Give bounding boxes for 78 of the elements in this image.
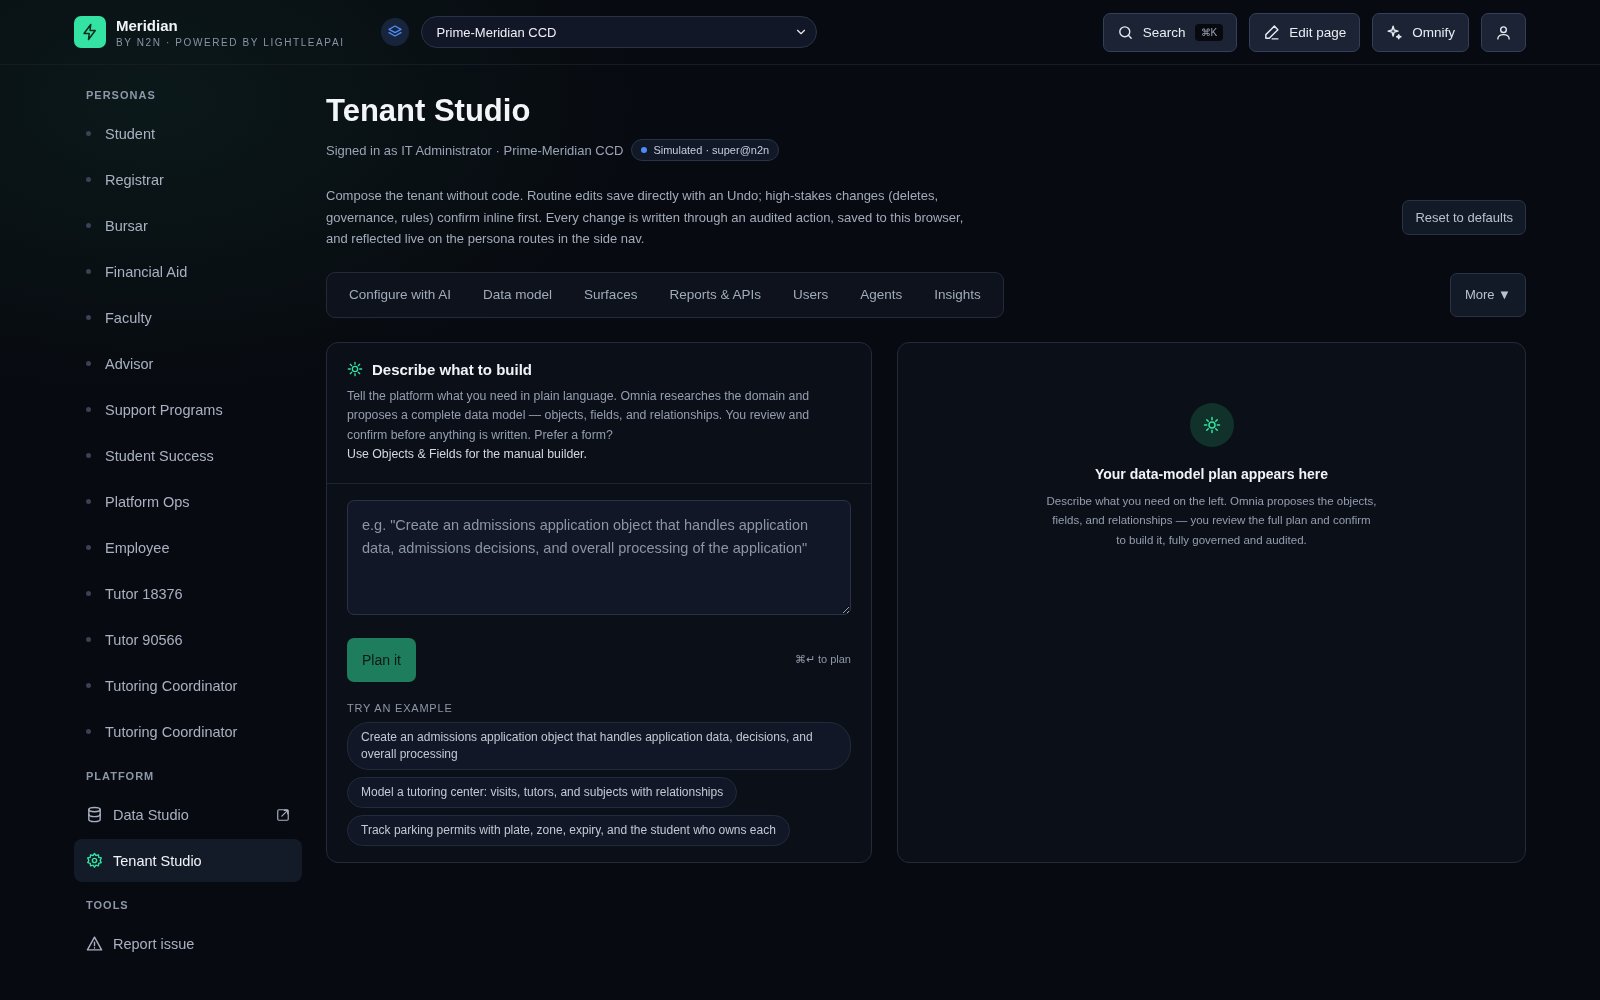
tenant-select[interactable]: Prime-Meridian CCD [420, 16, 817, 48]
sidebar-item[interactable]: Student Success [74, 434, 302, 477]
sidebar-item[interactable]: Support Programs [74, 388, 302, 431]
sidebar-item[interactable]: Faculty [74, 296, 302, 339]
card-description: Tell the platform what you need in plain language. Omnia researches the domain and proposes a complete data model — objects, fields, and relationships. You review and confirm before anything is written. Prefer a form? Use Objects & Fields for the manual builder. [347, 387, 811, 463]
example-chip[interactable]: Model a tutoring center: visits, tutors, and subjects with relationships [347, 776, 738, 808]
sidebar-item[interactable]: Report issue [74, 922, 302, 965]
settings-icon [86, 852, 103, 869]
tab[interactable]: Configure with AI [333, 279, 468, 310]
tab[interactable]: Reports & APIs [653, 279, 777, 310]
intro-paragraph: Compose the tenant without code. Routine edits save directly with an Undo; high-stakes changes (deletes, governance, rules) confirm inline first. Every change is written through an audited action, saved to this browser, and reflected live on the persona routes in the side nav. [326, 187, 965, 248]
sidebar-item[interactable]: Tutoring Coordinator [74, 710, 302, 753]
plan-button[interactable]: Plan it [347, 637, 416, 682]
sidebar-item[interactable]: Advisor [74, 342, 302, 385]
tab[interactable]: Users [776, 279, 845, 310]
sidebar-item[interactable]: Tutoring Coordinator [74, 664, 302, 707]
sidebar-item[interactable]: Bursar [74, 204, 302, 247]
tab[interactable]: Insights [918, 279, 997, 310]
reset-button[interactable]: Reset to defaults [1402, 199, 1526, 235]
sidebar-item[interactable]: Tutor 18376 [74, 572, 302, 615]
section-heading: TOOLS [85, 899, 130, 911]
page-title: Tenant Studio [326, 93, 532, 129]
omnify-button[interactable]: Omnify [1372, 12, 1469, 52]
sidebar-item[interactable]: Employee [74, 526, 302, 569]
tab[interactable]: Agents [844, 279, 919, 310]
layers-icon [380, 18, 409, 46]
bullet-icon [86, 223, 91, 228]
prompt-field[interactable]: e.g. "Create an admissions application object that handles application data, admissions decisions, and overall processing of the application" [347, 499, 851, 615]
shortcut-key: ⌘K [1194, 23, 1224, 41]
search-icon [1116, 23, 1134, 41]
tab[interactable]: Surfaces [568, 279, 654, 310]
bullet-icon [86, 637, 91, 642]
status-dot [641, 147, 648, 153]
brand-tagline: BY N2N · POWERED BY LIGHTLEAPAI [116, 36, 345, 48]
example-chip[interactable]: Create an admissions application object that handles application data, decisions, and overall processing [347, 721, 851, 770]
warning-icon [86, 935, 103, 952]
bullet-icon [86, 499, 91, 504]
bullet-icon [86, 407, 91, 412]
bullet-icon [86, 361, 91, 366]
logo-icon [74, 16, 106, 48]
sidebar-item[interactable]: Registrar [74, 158, 302, 201]
sidebar-item[interactable]: Tenant Studio [74, 839, 302, 882]
bullet-icon [86, 177, 91, 182]
pencil-icon [1263, 23, 1281, 41]
sidebar-item[interactable]: Platform Ops [74, 480, 302, 523]
section-heading: PERSONAS [85, 89, 157, 101]
tab[interactable]: Data model [467, 279, 569, 310]
more-button[interactable]: More ▼ [1449, 272, 1526, 317]
bullet-icon [86, 269, 91, 274]
bullet-icon [86, 315, 91, 320]
sun-icon [347, 361, 363, 377]
shortcut-hint: ⌘↵ to plan [794, 653, 851, 666]
example-chip[interactable]: Track parking permits with plate, zone, expiry, and the student who owns each [347, 814, 790, 846]
bullet-icon [86, 545, 91, 550]
card-title: Describe what to build [372, 360, 533, 378]
empty-state-title: Your data-model plan appears here [1094, 465, 1329, 482]
sidebar-item[interactable]: Student [74, 112, 302, 155]
manual-builder-link[interactable]: Use Objects & Fields for the manual builder. [347, 447, 587, 461]
sidebar-item[interactable]: Financial Aid [74, 250, 302, 293]
examples-heading: TRY AN EXAMPLE [347, 701, 454, 714]
signed-in-text: Signed in as IT Administrator · Prime-Meridian CCD [326, 142, 624, 158]
sparkle-icon [1386, 23, 1404, 41]
search-button[interactable]: Search ⌘K [1102, 12, 1238, 52]
sidebar-item[interactable]: Data Studio [74, 793, 302, 836]
edit-page-button[interactable]: Edit page [1249, 12, 1361, 52]
bullet-icon [86, 683, 91, 688]
badge-text: Simulated · super@n2n [653, 144, 770, 156]
sidebar-item[interactable]: Tutor 90566 [74, 618, 302, 661]
empty-state-text: Describe what you need on the left. Omnia proposes the objects, fields, and relationships — you review the full plan and confirm to build it, fully governed and audited. [1046, 493, 1377, 548]
bullet-icon [86, 453, 91, 458]
bullet-icon [86, 729, 91, 734]
user-icon [1495, 23, 1512, 41]
brand-name: Meridian [116, 16, 179, 34]
bullet-icon [86, 591, 91, 596]
section-heading: PLATFORM [85, 770, 156, 782]
bullet-icon [86, 131, 91, 136]
database-icon [86, 806, 103, 823]
account-button[interactable] [1481, 12, 1526, 52]
